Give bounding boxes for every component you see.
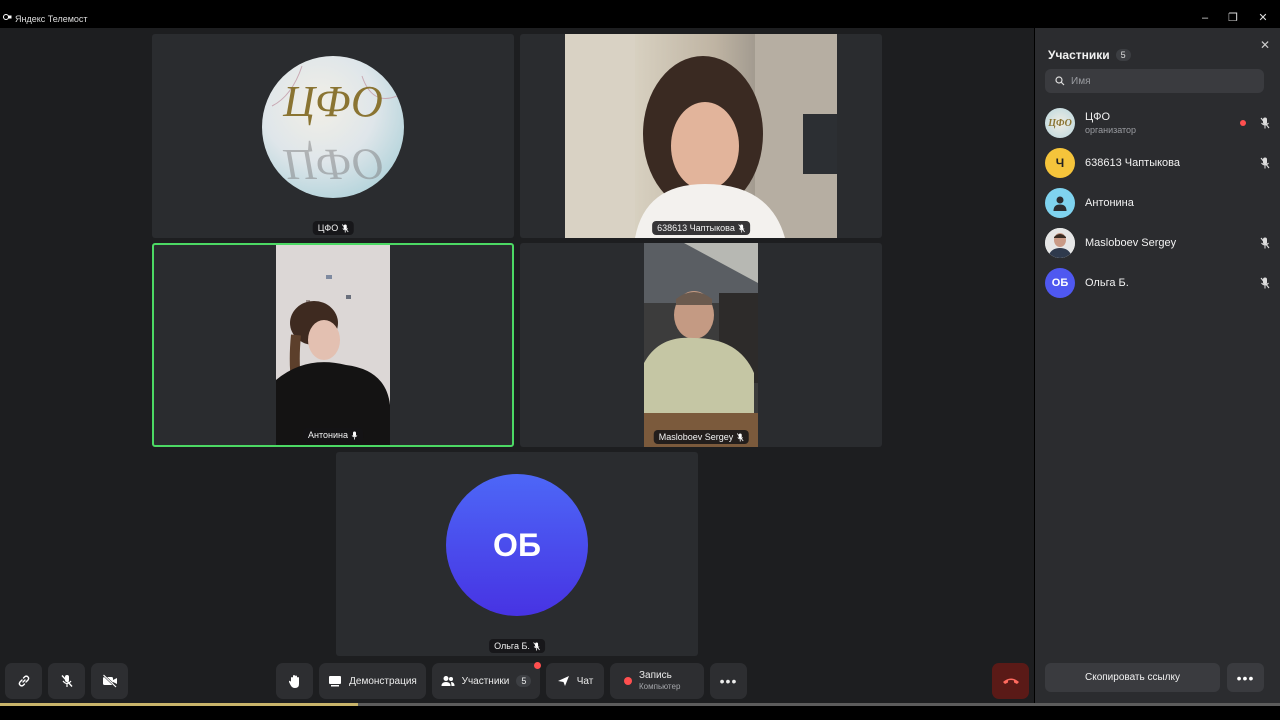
participant-row[interactable]: Ч 638613 Чаптыкова bbox=[1045, 147, 1270, 179]
participant-row[interactable]: ОБ Ольга Б. bbox=[1045, 267, 1270, 299]
video-feed-masloboev bbox=[644, 243, 758, 447]
telemost-app-icon bbox=[3, 14, 12, 20]
minimize-icon[interactable]: – bbox=[1198, 12, 1212, 24]
participants-button[interactable]: Участники 5 bbox=[432, 663, 540, 699]
avatar-photo bbox=[1045, 228, 1075, 258]
participant-name: Ольга Б. bbox=[1085, 277, 1129, 289]
chat-label: Чат bbox=[576, 675, 594, 687]
camera-off-icon bbox=[102, 674, 117, 688]
mic-muted-icon bbox=[533, 641, 540, 650]
cfo-logo: ЦФО ЦФО bbox=[262, 56, 404, 198]
mic-icon bbox=[351, 431, 358, 439]
participant-name: Антонина bbox=[1085, 197, 1134, 209]
mic-muted-icon bbox=[738, 223, 745, 232]
participant-row[interactable]: Антонина bbox=[1045, 187, 1270, 219]
mic-off-icon bbox=[60, 675, 73, 687]
tile-name-tag: Ольга Б. bbox=[489, 639, 545, 653]
participants-panel-title: Участники bbox=[1048, 48, 1110, 62]
more-dots-icon: ••• bbox=[719, 673, 738, 689]
participants-panel: Участники 5 ✕ ЦФО ЦФО организатор Ч 6386… bbox=[1035, 28, 1280, 706]
hand-icon bbox=[288, 674, 299, 688]
avatar-initial: Ч bbox=[1045, 148, 1075, 178]
window-titlebar: Яндекс Телемост – ❐ ✕ bbox=[0, 0, 1280, 28]
participant-row[interactable]: Masloboev Sergey bbox=[1045, 227, 1270, 259]
participant-role: организатор bbox=[1085, 125, 1137, 135]
participants-label: Участники bbox=[461, 675, 510, 687]
video-tile-antonina[interactable]: Антонина bbox=[152, 243, 514, 447]
participants-count-badge: 5 bbox=[516, 675, 532, 687]
tile-name-tag: ЦФО bbox=[312, 221, 354, 235]
mic-muted-icon bbox=[1260, 117, 1270, 129]
participant-search-input[interactable] bbox=[1071, 75, 1241, 87]
participant-name: Masloboev Sergey bbox=[1085, 237, 1177, 249]
recording-indicator bbox=[1240, 120, 1246, 126]
mute-microphone-button[interactable] bbox=[48, 663, 85, 699]
panel-more-button[interactable]: ••• bbox=[1227, 663, 1264, 692]
participants-panel-header: Участники 5 bbox=[1048, 48, 1131, 62]
more-dots-icon: ••• bbox=[1236, 669, 1255, 686]
tile-name-tag: Антонина bbox=[303, 428, 363, 442]
participant-name: ЦФО bbox=[1085, 111, 1111, 123]
copy-link-button[interactable] bbox=[5, 663, 42, 699]
more-options-button[interactable]: ••• bbox=[710, 663, 747, 699]
mic-muted-icon bbox=[1260, 157, 1270, 169]
video-tile-chaptykova[interactable]: 638613 Чаптыкова bbox=[520, 34, 882, 238]
participant-row[interactable]: ЦФО ЦФО организатор bbox=[1045, 107, 1270, 139]
leave-call-button[interactable] bbox=[992, 663, 1029, 699]
video-tile-olga[interactable]: ОБ Ольга Б. bbox=[336, 452, 698, 656]
screen-share-label: Демонстрация bbox=[349, 675, 417, 687]
restore-icon[interactable]: ❐ bbox=[1226, 12, 1240, 24]
bottom-strip bbox=[0, 706, 1280, 720]
people-icon bbox=[441, 676, 455, 686]
camera-toggle-button[interactable] bbox=[91, 663, 128, 699]
tile-name-tag: Masloboev Sergey bbox=[653, 430, 749, 444]
video-tile-masloboev[interactable]: Masloboev Sergey bbox=[520, 243, 882, 447]
mic-muted-icon bbox=[1260, 237, 1270, 249]
mic-muted-icon bbox=[736, 432, 744, 441]
avatar-cfo-logo: ЦФО bbox=[1045, 108, 1075, 138]
search-icon bbox=[1055, 76, 1065, 86]
meeting-toolbar: Демонстрация Участники 5 Чат Запись Комп… bbox=[0, 656, 1034, 706]
participants-count: 5 bbox=[1115, 49, 1131, 61]
participant-name: 638613 Чаптыкова bbox=[1085, 157, 1181, 169]
screen-share-button[interactable]: Демонстрация bbox=[319, 663, 426, 699]
cfo-logo-text: ЦФО bbox=[282, 77, 382, 126]
chat-button[interactable]: Чат bbox=[546, 663, 604, 699]
avatar-user-icon bbox=[1045, 188, 1075, 218]
raise-hand-button[interactable] bbox=[276, 663, 313, 699]
close-window-icon[interactable]: ✕ bbox=[1256, 12, 1270, 24]
cfo-logo-reflection: ЦФО bbox=[282, 140, 382, 189]
record-dot-icon bbox=[624, 677, 632, 685]
record-sublabel: Компьютер bbox=[639, 682, 681, 691]
link-icon bbox=[18, 675, 29, 687]
avatar-initials-large: ОБ bbox=[446, 474, 588, 616]
avatar-initials: ОБ bbox=[1045, 268, 1075, 298]
video-feed-antonina bbox=[276, 245, 390, 445]
hang-up-phone-icon bbox=[1002, 678, 1019, 684]
video-tile-cfo[interactable]: ЦФО ЦФО ЦФО bbox=[152, 34, 514, 238]
copy-meeting-link-button[interactable]: Скопировать ссылку bbox=[1045, 663, 1220, 692]
close-panel-icon[interactable]: ✕ bbox=[1260, 38, 1270, 52]
mic-muted-icon bbox=[1260, 277, 1270, 289]
participant-search[interactable] bbox=[1045, 69, 1264, 93]
window-title: Яндекс Телемост bbox=[15, 14, 88, 24]
record-label: Запись bbox=[639, 670, 672, 681]
mic-muted-icon bbox=[341, 223, 349, 232]
notification-dot bbox=[534, 662, 541, 669]
record-button[interactable]: Запись Компьютер bbox=[610, 663, 704, 699]
screen-share-icon bbox=[329, 676, 342, 687]
video-stage: ЦФО ЦФО ЦФО 638613 Чаптыкова Антонина Ma… bbox=[0, 28, 1034, 706]
video-feed-chaptykova bbox=[565, 34, 837, 238]
send-arrow-icon bbox=[557, 676, 569, 686]
tile-name-tag: 638613 Чаптыкова bbox=[652, 221, 750, 235]
